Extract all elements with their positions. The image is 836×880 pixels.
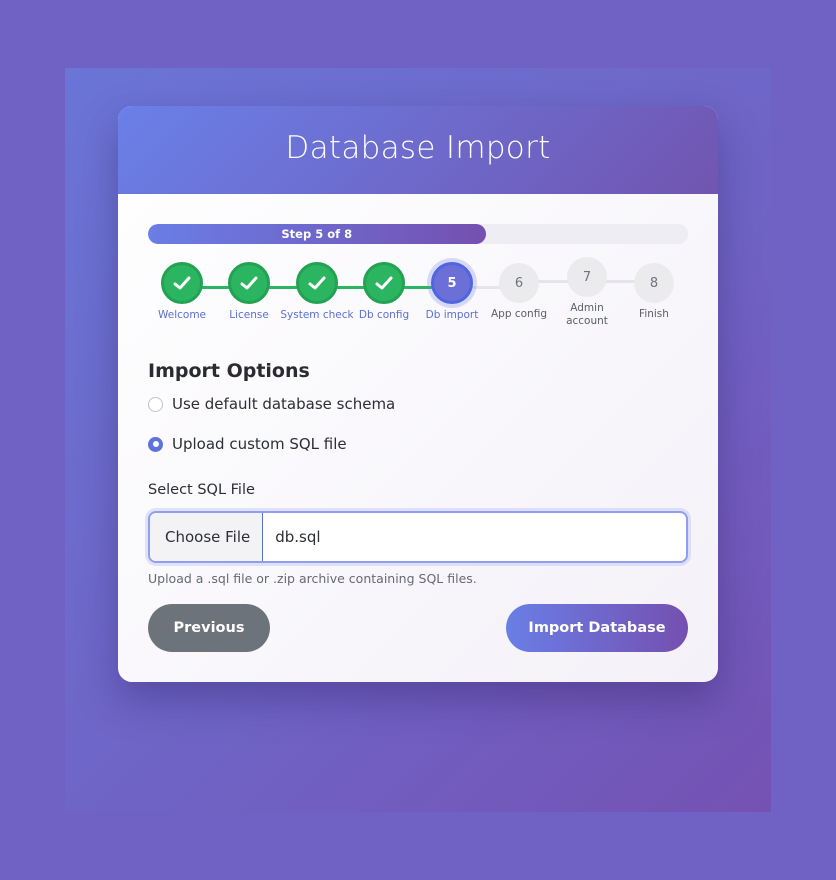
step-number: 5	[431, 262, 473, 304]
step-7: 7 Admin account	[550, 257, 624, 328]
progress-label: Step 5 of 8	[281, 227, 353, 241]
step-6: 6 App config	[482, 263, 556, 321]
step-label: Db import	[425, 309, 479, 321]
step-8: 8 Finish	[617, 263, 691, 321]
sql-file-input[interactable]: Choose File db.sql	[148, 511, 688, 563]
step-label: Welcome	[157, 309, 207, 321]
page-title: Database Import	[285, 130, 551, 166]
step-2: License	[212, 262, 286, 322]
import-options-title: Import Options	[148, 360, 310, 382]
option-custom-sql-label: Upload custom SQL file	[172, 435, 347, 453]
check-icon	[161, 262, 203, 304]
step-label: App config	[491, 308, 547, 320]
card-header: Database Import	[118, 106, 718, 194]
progress-fill: Step 5 of 8	[148, 224, 486, 244]
step-5: 5 Db import	[415, 262, 489, 322]
step-number: 7	[567, 257, 607, 297]
step-label: Db config	[358, 309, 410, 321]
radio-custom-sql[interactable]	[148, 436, 163, 452]
step-1: Welcome	[145, 262, 219, 322]
previous-button[interactable]: Previous	[148, 604, 270, 652]
option-default-schema-label: Use default database schema	[172, 395, 396, 413]
sql-file-label: Select SQL File	[148, 482, 255, 498]
step-3: System check	[280, 262, 354, 322]
step-number: 8	[634, 263, 674, 303]
step-label: License	[229, 309, 269, 321]
choose-file-button[interactable]: Choose File	[150, 513, 264, 561]
check-icon	[363, 262, 405, 304]
step-indicator: Welcome License System check Db config 5 Db i…	[145, 257, 691, 342]
installer-card: Database Import Step 5 of 8 Welcome Licen…	[118, 106, 718, 682]
progress-bar: Step 5 of 8	[148, 224, 688, 244]
step-label: Admin account	[566, 302, 608, 327]
import-database-button[interactable]: Import Database	[506, 604, 688, 652]
check-icon	[296, 262, 338, 304]
step-label: Finish	[639, 308, 669, 320]
check-icon	[228, 262, 270, 304]
step-4: Db config	[347, 262, 421, 322]
option-custom-sql[interactable]: Upload custom SQL file	[148, 435, 347, 453]
option-default-schema[interactable]: Use default database schema	[148, 395, 395, 413]
selected-file-name: db.sql	[275, 528, 321, 546]
radio-default-schema[interactable]	[148, 396, 163, 412]
step-number: 6	[499, 263, 539, 303]
file-help-text: Upload a .sql file or .zip archive conta…	[148, 571, 477, 586]
step-label: System check	[280, 309, 354, 321]
